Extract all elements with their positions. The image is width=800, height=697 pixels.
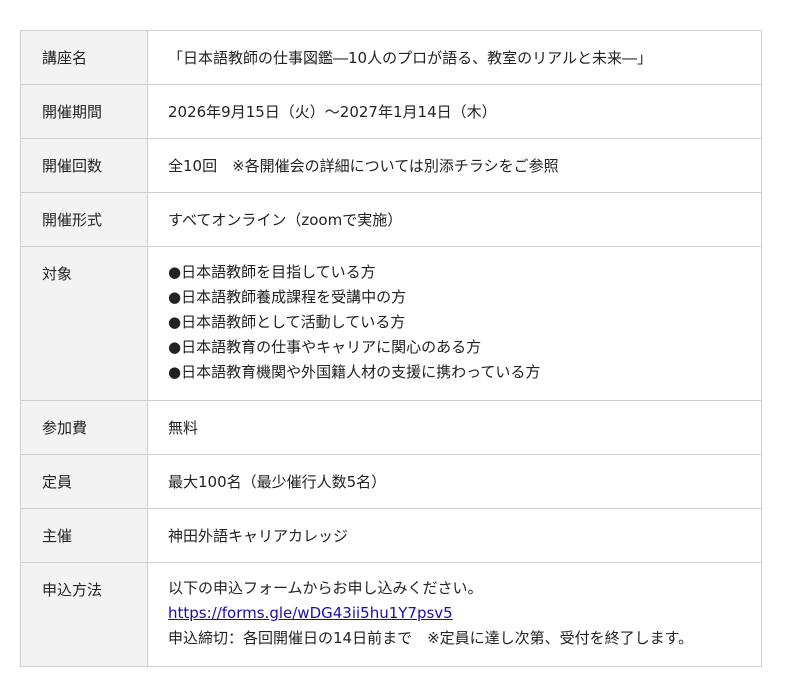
event-info-table: 講座名 「日本語教師の仕事図鑑―10人のプロが語る、教室のリアルと未来―」 開催…	[20, 30, 762, 667]
application-form-link[interactable]: https://forms.gle/wDG43ii5hu1Y7psv5	[168, 604, 453, 622]
row-course-name: 講座名 「日本語教師の仕事図鑑―10人のプロが語る、教室のリアルと未来―」	[20, 30, 762, 85]
label-period: 開催期間	[20, 84, 148, 139]
target-item: ●日本語教育の仕事やキャリアに関心のある方	[168, 338, 482, 356]
value-period: 2026年9月15日（火）～2027年1月14日（木）	[147, 84, 762, 139]
label-sessions: 開催回数	[20, 138, 148, 193]
row-sessions: 開催回数 全10回 ※各開催会の詳細については別添チラシをご参照	[20, 138, 762, 193]
application-deadline: 申込締切：各回開催日の14日前まで ※定員に達し次第、受付を終了します。	[168, 629, 694, 647]
target-item: ●日本語教師養成課程を受講中の方	[168, 288, 407, 306]
row-target: 対象 ●日本語教師を目指している方 ●日本語教師養成課程を受講中の方 ●日本語教…	[20, 246, 762, 401]
label-format: 開催形式	[20, 192, 148, 247]
label-application: 申込方法	[20, 562, 148, 667]
application-instruction: 以下の申込フォームからお申し込みください。	[168, 579, 483, 597]
target-item: ●日本語教育機関や外国籍人材の支援に携わっている方	[168, 363, 541, 381]
value-capacity: 最大100名（最少催行人数5名）	[147, 454, 762, 509]
value-application: 以下の申込フォームからお申し込みください。 https://forms.gle/…	[147, 562, 762, 667]
value-fee: 無料	[147, 400, 762, 455]
target-item: ●日本語教師を目指している方	[168, 263, 376, 281]
row-capacity: 定員 最大100名（最少催行人数5名）	[20, 454, 762, 509]
label-course-name: 講座名	[20, 30, 148, 85]
value-course-name: 「日本語教師の仕事図鑑―10人のプロが語る、教室のリアルと未来―」	[147, 30, 762, 85]
label-organizer: 主催	[20, 508, 148, 563]
value-sessions: 全10回 ※各開催会の詳細については別添チラシをご参照	[147, 138, 762, 193]
label-fee: 参加費	[20, 400, 148, 455]
row-period: 開催期間 2026年9月15日（火）～2027年1月14日（木）	[20, 84, 762, 139]
label-capacity: 定員	[20, 454, 148, 509]
row-format: 開催形式 すべてオンライン（zoomで実施）	[20, 192, 762, 247]
target-item: ●日本語教師として活動している方	[168, 313, 406, 331]
value-organizer: 神田外語キャリアカレッジ	[147, 508, 762, 563]
label-target: 対象	[20, 246, 148, 401]
row-fee: 参加費 無料	[20, 400, 762, 455]
row-application: 申込方法 以下の申込フォームからお申し込みください。 https://forms…	[20, 562, 762, 667]
row-organizer: 主催 神田外語キャリアカレッジ	[20, 508, 762, 563]
value-format: すべてオンライン（zoomで実施）	[147, 192, 762, 247]
value-target: ●日本語教師を目指している方 ●日本語教師養成課程を受講中の方 ●日本語教師とし…	[147, 246, 762, 401]
